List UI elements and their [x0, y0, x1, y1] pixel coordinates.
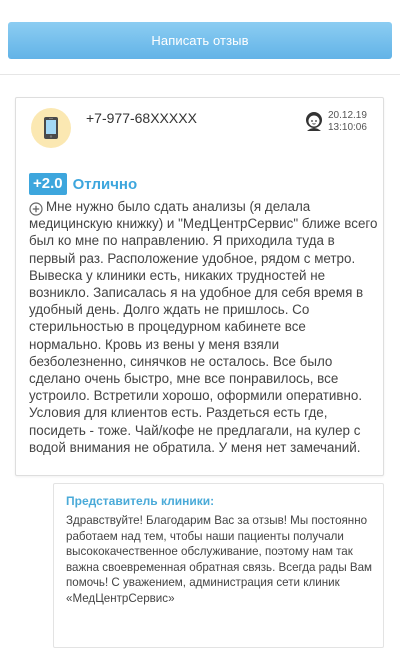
review-card: +7-977-68XXXXX 20.12.19 13:10:06 +2.0 От…: [15, 97, 384, 476]
write-review-button[interactable]: Написать отзыв: [8, 22, 392, 59]
review-author-phone: +7-977-68XXXXX: [86, 110, 197, 126]
rating-label: Отлично: [72, 175, 138, 193]
review-time: 13:10:06: [328, 122, 367, 133]
reply-title: Представитель клиники:: [66, 494, 215, 508]
review-text: Мне нужно было сдать анализы (я делала м…: [29, 199, 378, 455]
review-date: 20.12.19: [328, 110, 367, 121]
rating-row: +2.0 Отлично: [29, 173, 137, 195]
woman-icon: [306, 112, 322, 131]
score-badge: +2.0: [29, 173, 67, 195]
top-bar: Написать отзыв: [0, 0, 400, 75]
review-page: Написать отзыв +7-977-68XXXXX 20.12.19 1…: [0, 0, 400, 652]
clinic-reply-card: Представитель клиники: Здравствуйте! Бла…: [53, 483, 384, 648]
phone-icon: [31, 108, 71, 148]
reply-text: Здравствуйте! Благодарим Вас за отзыв! М…: [66, 514, 373, 605]
review-datetime: 20.12.19 13:10:06: [328, 110, 367, 134]
